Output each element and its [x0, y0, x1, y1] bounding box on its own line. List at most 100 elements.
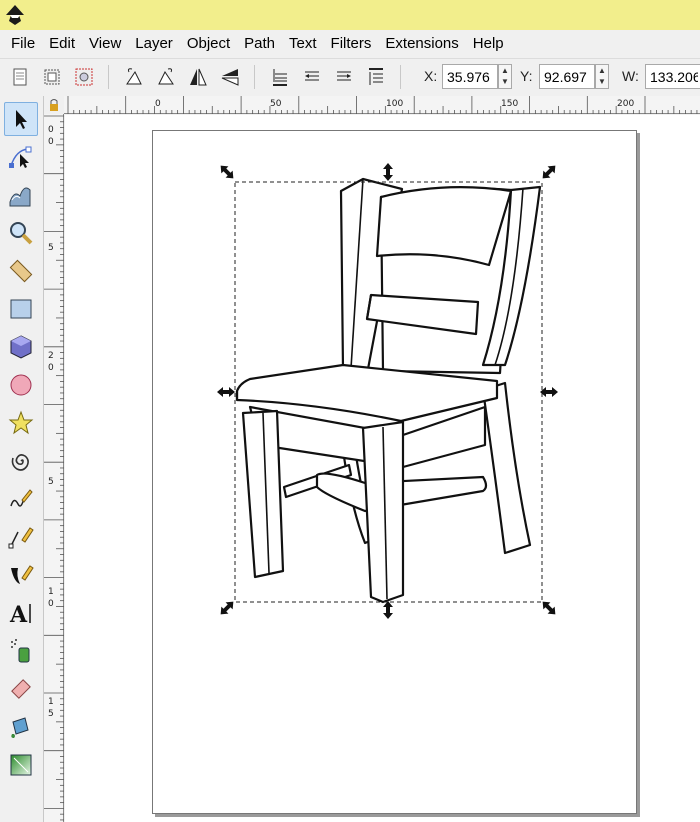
tweak-tool[interactable] — [4, 178, 38, 212]
y-spinner[interactable]: ▲ ▼ — [595, 64, 609, 89]
spin-up-icon[interactable]: ▲ — [499, 65, 511, 76]
spin-down-icon[interactable]: ▼ — [499, 76, 511, 87]
drawing-canvas[interactable] — [65, 115, 700, 822]
scale-handle-bottom — [383, 601, 393, 619]
spiral-tool[interactable] — [4, 444, 38, 478]
menu-extensions[interactable]: Extensions — [378, 30, 465, 58]
eraser-icon — [11, 679, 31, 699]
vruler-label: 0 — [48, 125, 54, 135]
calligraphy-tool[interactable] — [4, 558, 38, 592]
menu-text[interactable]: Text — [282, 30, 324, 58]
chair-right-rear-leg — [481, 381, 532, 555]
menu-object[interactable]: Object — [180, 30, 237, 58]
menu-edit[interactable]: Edit — [42, 30, 82, 58]
circle-icon — [10, 374, 32, 396]
horizontal-ruler[interactable]: 0 50 100 150 200 — [64, 96, 700, 114]
pen-tool[interactable] — [4, 520, 38, 554]
raise-to-top-icon — [273, 69, 287, 86]
inkscape-window: File Edit View Layer Object Path Text Fi… — [0, 0, 700, 822]
bezier-pen-icon — [8, 527, 34, 549]
vruler-label: 2 — [48, 351, 54, 361]
calligraphy-icon — [11, 565, 34, 584]
selector-tool[interactable] — [4, 102, 38, 136]
chair-top-rail — [375, 186, 513, 267]
select-all-layers-button[interactable] — [40, 65, 64, 89]
vertical-ruler[interactable]: 0 0 5 2 0 5 1 0 1 5 — [44, 114, 64, 822]
w-label: W: — [622, 68, 639, 84]
text-tool[interactable]: A — [4, 596, 38, 630]
tweak-wave-icon — [9, 187, 31, 207]
vruler-label: 1 — [48, 587, 54, 597]
y-input[interactable] — [539, 64, 595, 89]
raise-to-top-button[interactable] — [268, 65, 292, 89]
ruler-label-50: 50 — [270, 99, 282, 109]
vruler-label: 0 — [48, 363, 54, 373]
menu-layer[interactable]: Layer — [128, 30, 180, 58]
menu-file[interactable]: File — [4, 30, 42, 58]
rotate-cw-button[interactable] — [154, 65, 178, 89]
vruler-label: 5 — [48, 477, 54, 487]
lower-to-bottom-button[interactable] — [364, 65, 388, 89]
separator — [254, 65, 255, 89]
star-tool[interactable] — [4, 406, 38, 440]
width-input[interactable] — [645, 64, 700, 89]
measure-tool[interactable] — [4, 254, 38, 288]
ruler-label-0: 0 — [155, 99, 161, 109]
raise-button[interactable] — [300, 65, 324, 89]
deselect-button[interactable] — [72, 65, 96, 89]
gradient-tool[interactable] — [4, 748, 38, 782]
ruler-label-200: 200 — [617, 99, 634, 109]
rotate-cw-icon — [158, 68, 174, 85]
select-all-button[interactable] — [8, 65, 32, 89]
scale-handle-top — [383, 163, 393, 181]
vruler-label: 1 — [48, 697, 54, 707]
magnifier-icon — [10, 222, 33, 245]
svg-text:A: A — [9, 602, 28, 626]
zoom-tool[interactable] — [4, 216, 38, 250]
lower-to-bottom-icon — [369, 68, 383, 85]
spray-tool[interactable] — [4, 634, 38, 668]
lower-button[interactable] — [332, 65, 356, 89]
vruler-label: 0 — [48, 599, 54, 609]
pencil-tool[interactable] — [4, 482, 38, 516]
eraser-tool[interactable] — [4, 672, 38, 706]
scale-handle-top-left — [220, 165, 234, 179]
menu-filters[interactable]: Filters — [324, 30, 379, 58]
ellipse-tool[interactable] — [4, 368, 38, 402]
text-icon: A — [9, 602, 31, 626]
x-input[interactable] — [442, 64, 498, 89]
flip-vertical-icon — [221, 69, 239, 86]
lower-icon — [337, 71, 351, 81]
flip-vertical-button[interactable] — [218, 65, 242, 89]
gradient-icon — [10, 754, 32, 776]
ruler-label-150: 150 — [501, 99, 518, 109]
flip-horizontal-icon — [190, 68, 207, 86]
rectangle-tool[interactable] — [4, 292, 38, 326]
horizontal-ruler-ticks: 0 50 100 150 200 — [67, 96, 698, 114]
menu-view[interactable]: View — [82, 30, 128, 58]
x-spinner[interactable]: ▲ ▼ — [498, 64, 512, 89]
rotate-ccw-button[interactable] — [122, 65, 146, 89]
ruler-corner — [44, 96, 64, 114]
toolbox: A — [0, 96, 44, 822]
chair-front-left-leg — [241, 409, 285, 579]
pencil-icon — [10, 489, 33, 507]
spin-down-icon[interactable]: ▼ — [596, 76, 608, 87]
3d-box-tool[interactable] — [4, 330, 38, 364]
flip-horizontal-button[interactable] — [186, 65, 210, 89]
menu-help[interactable]: Help — [466, 30, 511, 58]
spin-up-icon[interactable]: ▲ — [596, 65, 608, 76]
scale-handle-right — [540, 387, 558, 397]
spray-can-icon — [11, 639, 30, 663]
paint-bucket-tool[interactable] — [4, 710, 38, 744]
vruler-label: 5 — [48, 709, 54, 719]
menu-path[interactable]: Path — [237, 30, 282, 58]
scale-handle-bottom-left — [220, 601, 234, 615]
separator — [400, 65, 401, 89]
spiral-icon — [11, 454, 29, 471]
node-tool[interactable] — [4, 140, 38, 174]
chair-drawing[interactable] — [65, 115, 700, 822]
tool-controls-bar: X: ▲▼ Y: ▲▼ W: — [0, 58, 700, 94]
scale-handle-bottom-right — [542, 601, 556, 615]
deselect-icon — [75, 68, 93, 86]
